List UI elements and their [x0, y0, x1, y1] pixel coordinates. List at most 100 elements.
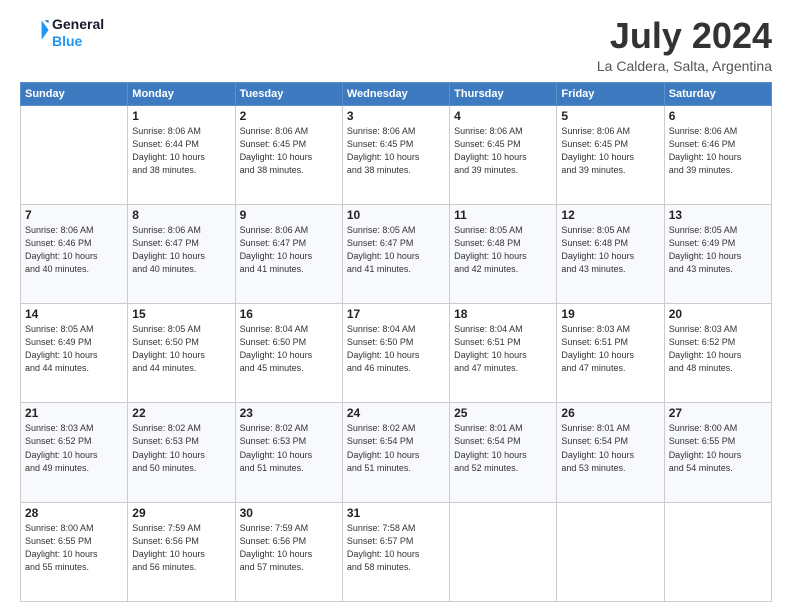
calendar-cell	[450, 502, 557, 601]
day-number: 15	[132, 307, 230, 321]
week-row-2: 7Sunrise: 8:06 AMSunset: 6:46 PMDaylight…	[21, 204, 772, 303]
day-number: 8	[132, 208, 230, 222]
weekday-header-thursday: Thursday	[450, 82, 557, 105]
day-number: 11	[454, 208, 552, 222]
day-info: Sunrise: 8:05 AMSunset: 6:50 PMDaylight:…	[132, 323, 230, 375]
day-number: 27	[669, 406, 767, 420]
day-number: 22	[132, 406, 230, 420]
day-number: 10	[347, 208, 445, 222]
month-year: July 2024	[597, 16, 772, 56]
week-row-5: 28Sunrise: 8:00 AMSunset: 6:55 PMDayligh…	[21, 502, 772, 601]
day-number: 3	[347, 109, 445, 123]
day-number: 4	[454, 109, 552, 123]
day-info: Sunrise: 8:04 AMSunset: 6:51 PMDaylight:…	[454, 323, 552, 375]
calendar-cell: 30 Sunrise: 7:59 AMSunset: 6:56 PMDayligh…	[235, 502, 342, 601]
calendar-table: SundayMondayTuesdayWednesdayThursdayFrid…	[20, 82, 772, 602]
day-info: Sunrise: 8:00 AMSunset: 6:55 PMDaylight:…	[669, 422, 767, 474]
day-info: Sunrise: 8:02 AMSunset: 6:53 PMDaylight:…	[132, 422, 230, 474]
day-number: 12	[561, 208, 659, 222]
day-info: Sunrise: 8:02 AMSunset: 6:54 PMDaylight:…	[347, 422, 445, 474]
day-info: Sunrise: 8:03 AMSunset: 6:52 PMDaylight:…	[25, 422, 123, 474]
day-number: 31	[347, 506, 445, 520]
day-info: Sunrise: 7:58 AMSunset: 6:57 PMDaylight:…	[347, 522, 445, 574]
calendar-cell: 28Sunrise: 8:00 AMSunset: 6:55 PMDayligh…	[21, 502, 128, 601]
calendar-cell: 7Sunrise: 8:06 AMSunset: 6:46 PMDaylight…	[21, 204, 128, 303]
day-info: Sunrise: 8:06 AMSunset: 6:47 PMDaylight:…	[132, 224, 230, 276]
day-number: 5	[561, 109, 659, 123]
calendar-cell: 26 Sunrise: 8:01 AMSunset: 6:54 PMDayligh…	[557, 403, 664, 502]
calendar-cell: 17 Sunrise: 8:04 AMSunset: 6:50 PMDayligh…	[342, 304, 449, 403]
header: General Blue July 2024 La Caldera, Salta…	[20, 16, 772, 74]
week-row-3: 14Sunrise: 8:05 AMSunset: 6:49 PMDayligh…	[21, 304, 772, 403]
weekday-header-row: SundayMondayTuesdayWednesdayThursdayFrid…	[21, 82, 772, 105]
weekday-header-tuesday: Tuesday	[235, 82, 342, 105]
calendar-cell: 16 Sunrise: 8:04 AMSunset: 6:50 PMDayligh…	[235, 304, 342, 403]
calendar-cell: 1 Sunrise: 8:06 AMSunset: 6:44 PMDaylight…	[128, 105, 235, 204]
logo: General Blue	[20, 16, 104, 50]
day-info: Sunrise: 8:01 AMSunset: 6:54 PMDaylight:…	[454, 422, 552, 474]
day-info: Sunrise: 8:06 AMSunset: 6:45 PMDaylight:…	[454, 125, 552, 177]
calendar-cell: 25Sunrise: 8:01 AMSunset: 6:54 PMDayligh…	[450, 403, 557, 502]
day-number: 16	[240, 307, 338, 321]
calendar-cell: 31 Sunrise: 7:58 AMSunset: 6:57 PMDayligh…	[342, 502, 449, 601]
week-row-1: 1 Sunrise: 8:06 AMSunset: 6:44 PMDaylight…	[21, 105, 772, 204]
calendar-cell: 12 Sunrise: 8:05 AMSunset: 6:48 PMDayligh…	[557, 204, 664, 303]
day-info: Sunrise: 8:05 AMSunset: 6:49 PMDaylight:…	[669, 224, 767, 276]
day-number: 21	[25, 406, 123, 420]
day-info: Sunrise: 8:06 AMSunset: 6:44 PMDaylight:…	[132, 125, 230, 177]
day-info: Sunrise: 8:06 AMSunset: 6:45 PMDaylight:…	[561, 125, 659, 177]
calendar-cell: 10Sunrise: 8:05 AMSunset: 6:47 PMDayligh…	[342, 204, 449, 303]
day-number: 2	[240, 109, 338, 123]
day-number: 17	[347, 307, 445, 321]
day-info: Sunrise: 8:05 AMSunset: 6:48 PMDaylight:…	[561, 224, 659, 276]
weekday-header-wednesday: Wednesday	[342, 82, 449, 105]
day-info: Sunrise: 8:04 AMSunset: 6:50 PMDaylight:…	[240, 323, 338, 375]
calendar-cell: 14Sunrise: 8:05 AMSunset: 6:49 PMDayligh…	[21, 304, 128, 403]
calendar-cell: 24 Sunrise: 8:02 AMSunset: 6:54 PMDayligh…	[342, 403, 449, 502]
day-info: Sunrise: 8:06 AMSunset: 6:47 PMDaylight:…	[240, 224, 338, 276]
weekday-header-monday: Monday	[128, 82, 235, 105]
day-number: 13	[669, 208, 767, 222]
day-number: 29	[132, 506, 230, 520]
calendar-cell: 27 Sunrise: 8:00 AMSunset: 6:55 PMDayligh…	[664, 403, 771, 502]
calendar-cell: 4 Sunrise: 8:06 AMSunset: 6:45 PMDaylight…	[450, 105, 557, 204]
day-number: 19	[561, 307, 659, 321]
calendar-cell: 15 Sunrise: 8:05 AMSunset: 6:50 PMDayligh…	[128, 304, 235, 403]
weekday-header-saturday: Saturday	[664, 82, 771, 105]
day-info: Sunrise: 8:05 AMSunset: 6:48 PMDaylight:…	[454, 224, 552, 276]
weekday-header-sunday: Sunday	[21, 82, 128, 105]
day-number: 18	[454, 307, 552, 321]
day-number: 9	[240, 208, 338, 222]
day-info: Sunrise: 8:01 AMSunset: 6:54 PMDaylight:…	[561, 422, 659, 474]
calendar-cell: 23Sunrise: 8:02 AMSunset: 6:53 PMDayligh…	[235, 403, 342, 502]
week-row-4: 21 Sunrise: 8:03 AMSunset: 6:52 PMDayligh…	[21, 403, 772, 502]
day-number: 26	[561, 406, 659, 420]
day-info: Sunrise: 7:59 AMSunset: 6:56 PMDaylight:…	[240, 522, 338, 574]
day-info: Sunrise: 8:00 AMSunset: 6:55 PMDaylight:…	[25, 522, 123, 574]
calendar-cell: 5 Sunrise: 8:06 AMSunset: 6:45 PMDaylight…	[557, 105, 664, 204]
day-number: 23	[240, 406, 338, 420]
calendar-cell: 22 Sunrise: 8:02 AMSunset: 6:53 PMDayligh…	[128, 403, 235, 502]
day-info: Sunrise: 8:06 AMSunset: 6:45 PMDaylight:…	[240, 125, 338, 177]
calendar-cell: 13 Sunrise: 8:05 AMSunset: 6:49 PMDayligh…	[664, 204, 771, 303]
calendar-cell: 3Sunrise: 8:06 AMSunset: 6:45 PMDaylight…	[342, 105, 449, 204]
calendar-cell: 29 Sunrise: 7:59 AMSunset: 6:56 PMDayligh…	[128, 502, 235, 601]
logo-icon	[22, 16, 50, 44]
day-number: 30	[240, 506, 338, 520]
day-number: 24	[347, 406, 445, 420]
day-info: Sunrise: 7:59 AMSunset: 6:56 PMDaylight:…	[132, 522, 230, 574]
calendar-cell	[557, 502, 664, 601]
calendar-cell: 21 Sunrise: 8:03 AMSunset: 6:52 PMDayligh…	[21, 403, 128, 502]
day-info: Sunrise: 8:05 AMSunset: 6:49 PMDaylight:…	[25, 323, 123, 375]
page: General Blue July 2024 La Caldera, Salta…	[0, 0, 792, 612]
day-info: Sunrise: 8:04 AMSunset: 6:50 PMDaylight:…	[347, 323, 445, 375]
day-number: 1	[132, 109, 230, 123]
calendar-cell	[664, 502, 771, 601]
logo-line1: General	[52, 16, 104, 33]
day-info: Sunrise: 8:06 AMSunset: 6:46 PMDaylight:…	[669, 125, 767, 177]
calendar-cell: 19Sunrise: 8:03 AMSunset: 6:51 PMDayligh…	[557, 304, 664, 403]
logo-line2: Blue	[52, 33, 104, 50]
title-block: July 2024 La Caldera, Salta, Argentina	[597, 16, 772, 74]
calendar-cell: 6Sunrise: 8:06 AMSunset: 6:46 PMDaylight…	[664, 105, 771, 204]
calendar-cell: 18 Sunrise: 8:04 AMSunset: 6:51 PMDayligh…	[450, 304, 557, 403]
